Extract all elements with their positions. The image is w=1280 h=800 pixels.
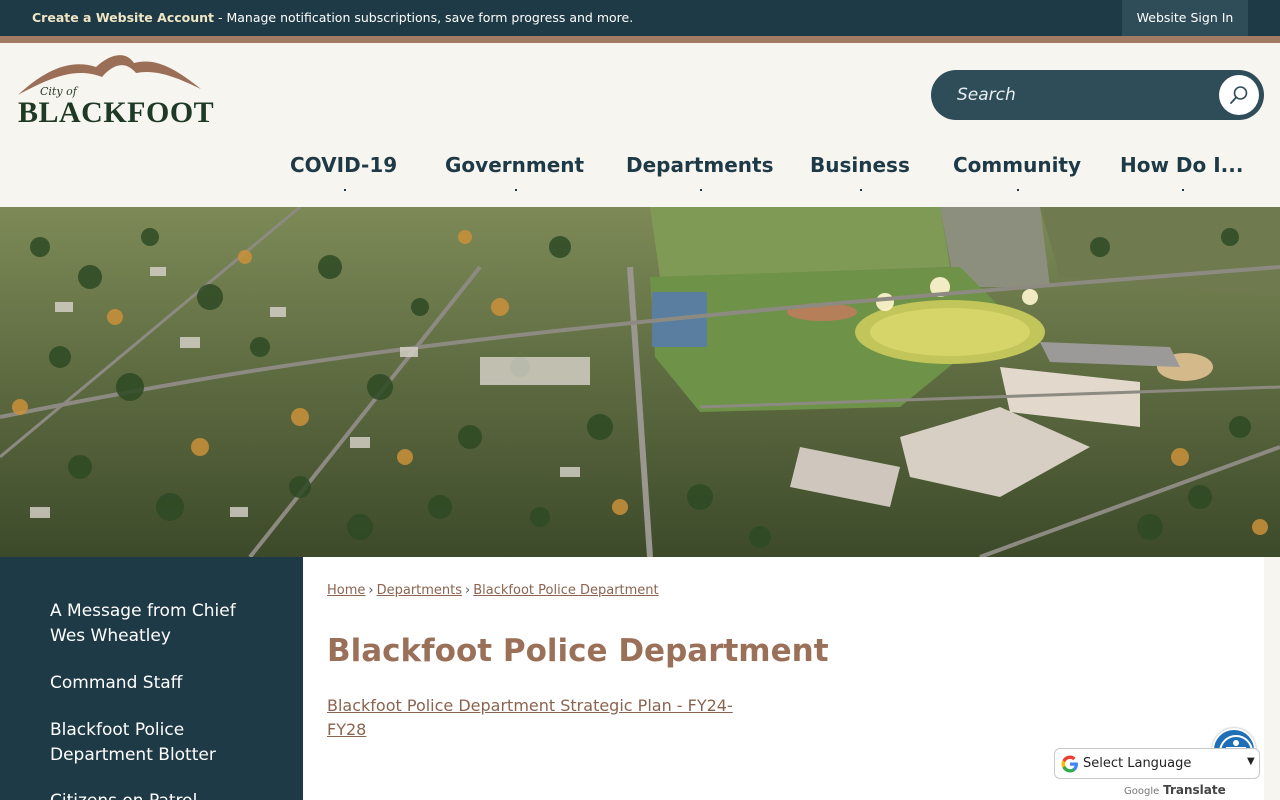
search-bar xyxy=(931,70,1264,120)
breadcrumb-departments[interactable]: Departments xyxy=(377,583,462,598)
nav-how-do-i[interactable]: How Do I... xyxy=(1120,153,1243,193)
chevron-down-icon: ▼ xyxy=(1247,756,1255,767)
sidebar-item-command-staff[interactable]: Command Staff xyxy=(50,671,260,696)
hero-aerial-image xyxy=(0,207,1280,557)
select-language-label: Select Language xyxy=(1083,756,1192,771)
sidebar-item-citizens-on-patrol[interactable]: Citizens on Patrol xyxy=(50,789,260,800)
breadcrumb-separator: › xyxy=(465,583,471,598)
select-language-dropdown[interactable]: Select Language ▼ xyxy=(1054,748,1260,779)
nav-departments[interactable]: Departments xyxy=(626,153,774,193)
logo-blackfoot: BLACKFOOT xyxy=(18,96,215,129)
strategic-plan-link[interactable]: Blackfoot Police Department Strategic Pl… xyxy=(327,694,747,742)
account-message-text: - Manage notification subscriptions, sav… xyxy=(214,10,634,25)
nav-business[interactable]: Business xyxy=(810,153,910,193)
search-input[interactable] xyxy=(957,84,1207,106)
google-wordmark: Google xyxy=(1124,786,1160,797)
google-g-icon xyxy=(1061,755,1078,773)
city-logo[interactable]: City of BLACKFOOT xyxy=(16,49,216,129)
breadcrumb: Home › Departments › Blackfoot Police Depart… xyxy=(327,583,659,598)
translate-wordmark: Translate xyxy=(1163,783,1226,797)
powered-by-google-translate[interactable]: Google Translate xyxy=(1124,783,1226,797)
accent-bar xyxy=(0,36,1280,43)
sidebar-item-police-blotter[interactable]: Blackfoot Police Department Blotter xyxy=(50,718,260,768)
page-title: Blackfoot Police Department xyxy=(327,633,829,669)
website-sign-in-button[interactable]: Website Sign In xyxy=(1122,0,1248,36)
nav-community[interactable]: Community xyxy=(953,153,1081,193)
site-header: City of BLACKFOOT COVID-19 Government De… xyxy=(0,43,1280,207)
sidebar-item-message-from-chief[interactable]: A Message from Chief Wes Wheatley xyxy=(50,599,260,649)
top-bar: Create a Website Account - Manage notifi… xyxy=(0,0,1280,36)
breadcrumb-police-department[interactable]: Blackfoot Police Department xyxy=(473,583,658,598)
aerial-town-illustration xyxy=(0,207,1280,557)
search-button[interactable] xyxy=(1219,75,1259,115)
create-account-link[interactable]: Create a Website Account xyxy=(32,10,214,25)
sidebar-nav: A Message from Chief Wes Wheatley Comman… xyxy=(0,557,303,800)
account-message: Create a Website Account - Manage notifi… xyxy=(32,10,633,25)
nav-government[interactable]: Government xyxy=(445,153,584,193)
nav-covid-19[interactable]: COVID-19 xyxy=(290,153,397,193)
breadcrumb-separator: › xyxy=(368,583,374,598)
search-icon xyxy=(1230,86,1248,104)
main-navigation: COVID-19 Government Departments Business… xyxy=(0,153,1280,193)
breadcrumb-home[interactable]: Home xyxy=(327,583,365,598)
right-margin xyxy=(1264,557,1280,800)
